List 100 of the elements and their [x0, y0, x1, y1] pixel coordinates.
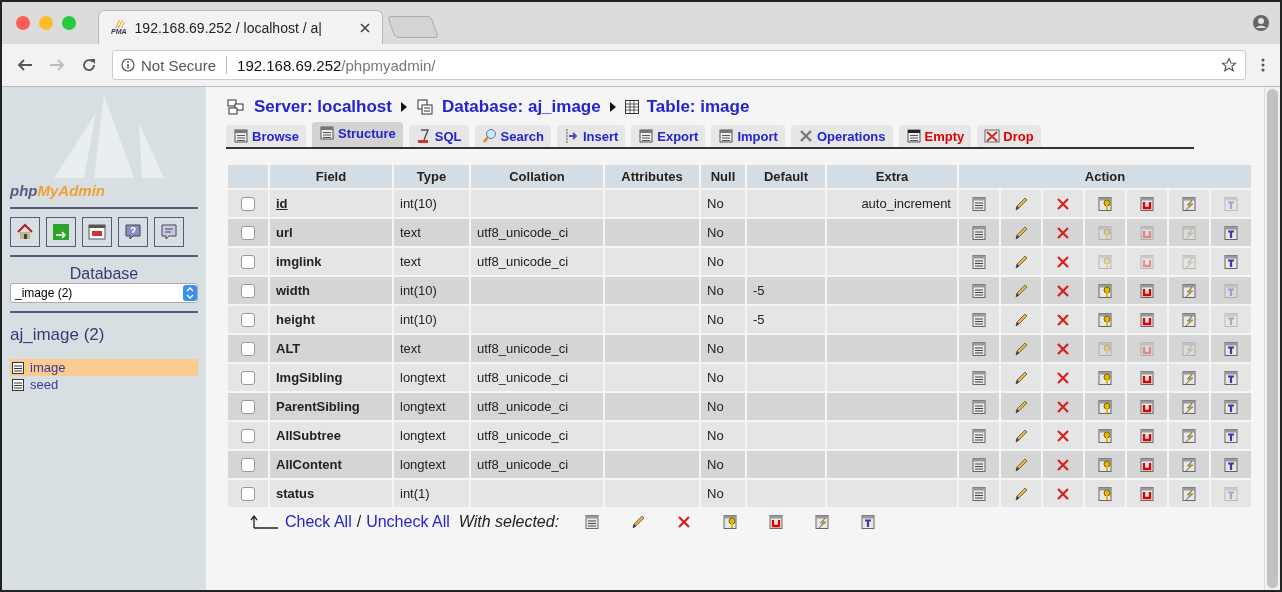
delete-icon[interactable] — [1055, 427, 1071, 444]
lightning-icon[interactable] — [1181, 369, 1197, 386]
browse-icon[interactable] — [971, 224, 987, 241]
tab[interactable]: Structure — [311, 122, 403, 147]
pencil-icon[interactable] — [1013, 253, 1029, 270]
menu-icon[interactable] — [1260, 57, 1266, 73]
browse-icon[interactable] — [971, 340, 987, 357]
row-checkbox[interactable] — [241, 255, 255, 270]
sql-window-button[interactable] — [82, 217, 112, 247]
row-checkbox[interactable] — [241, 371, 255, 386]
delete-icon[interactable] — [1055, 311, 1071, 328]
delete-icon[interactable] — [1055, 485, 1071, 502]
lightning-icon[interactable] — [1181, 427, 1197, 444]
lightning-icon[interactable] — [1181, 195, 1197, 212]
pencil-icon[interactable] — [1013, 340, 1029, 357]
breadcrumb-link[interactable]: Table: image — [646, 97, 750, 117]
delete-icon[interactable] — [1055, 282, 1071, 299]
delete-icon[interactable] — [676, 514, 693, 530]
tab[interactable]: Export — [631, 125, 706, 147]
row-checkbox[interactable] — [241, 313, 255, 328]
fulltext-icon[interactable] — [1223, 456, 1239, 473]
tab[interactable]: Drop — [977, 125, 1041, 147]
row-checkbox[interactable] — [241, 197, 255, 212]
pencil-icon[interactable] — [1013, 369, 1029, 386]
delete-icon[interactable] — [1055, 398, 1071, 415]
pencil-icon[interactable] — [1013, 195, 1029, 212]
browse-icon[interactable] — [971, 369, 987, 386]
key-icon[interactable] — [1097, 369, 1113, 386]
key-icon[interactable] — [1097, 485, 1113, 502]
browse-icon[interactable] — [971, 427, 987, 444]
unique-icon[interactable] — [1139, 282, 1155, 299]
fulltext-icon[interactable] — [1223, 253, 1239, 270]
browse-icon[interactable] — [971, 195, 987, 212]
address-field[interactable]: Not Secure 192.168.69.252/phpmyadmin/ — [112, 50, 1246, 80]
account-icon[interactable] — [1252, 14, 1270, 32]
row-checkbox[interactable] — [241, 342, 255, 357]
key-icon[interactable] — [1097, 398, 1113, 415]
browse-icon[interactable] — [971, 485, 987, 502]
delete-icon[interactable] — [1055, 456, 1071, 473]
database-select[interactable]: _image (2) — [10, 283, 198, 303]
pencil-icon[interactable] — [1013, 224, 1029, 241]
unique-icon[interactable] — [1139, 195, 1155, 212]
database-heading[interactable]: aj_image (2) — [10, 325, 198, 345]
key-icon[interactable] — [722, 514, 739, 530]
key-icon[interactable] — [1097, 282, 1113, 299]
query-button[interactable] — [154, 217, 184, 247]
fulltext-icon[interactable] — [1223, 224, 1239, 241]
tab[interactable]: Browse — [226, 125, 306, 147]
lightning-icon[interactable] — [1181, 311, 1197, 328]
info-icon[interactable] — [121, 58, 135, 72]
delete-icon[interactable] — [1055, 369, 1071, 386]
unique-icon[interactable] — [1139, 369, 1155, 386]
row-checkbox[interactable] — [241, 226, 255, 241]
pencil-icon[interactable] — [1013, 485, 1029, 502]
browse-icon[interactable] — [584, 514, 601, 530]
row-checkbox[interactable] — [241, 458, 255, 473]
pencil-icon[interactable] — [1013, 311, 1029, 328]
delete-icon[interactable] — [1055, 340, 1071, 357]
pencil-icon[interactable] — [1013, 282, 1029, 299]
exit-button[interactable] — [46, 217, 76, 247]
table-item[interactable]: seed — [10, 376, 198, 393]
lightning-icon[interactable] — [1181, 456, 1197, 473]
unique-icon[interactable] — [1139, 427, 1155, 444]
fulltext-icon[interactable] — [1223, 340, 1239, 357]
tab[interactable]: Operations — [790, 125, 893, 147]
close-icon[interactable] — [360, 22, 370, 33]
fulltext-icon[interactable] — [1223, 427, 1239, 444]
browse-icon[interactable] — [971, 398, 987, 415]
breadcrumb-link[interactable]: Database: aj_image — [441, 97, 601, 117]
tab[interactable]: Empty — [898, 125, 972, 147]
uncheck-all-link[interactable]: Uncheck All — [366, 513, 450, 531]
back-arrow-icon[interactable] — [16, 57, 34, 73]
scrollbar-thumb[interactable] — [1267, 89, 1278, 588]
lightning-icon[interactable] — [814, 514, 831, 530]
lightning-icon[interactable] — [1181, 398, 1197, 415]
breadcrumb-link[interactable]: Server: localhost — [254, 97, 392, 117]
lightning-icon[interactable] — [1181, 282, 1197, 299]
tab[interactable]: Search — [474, 125, 551, 147]
key-icon[interactable] — [1097, 427, 1113, 444]
pencil-icon[interactable] — [630, 514, 647, 530]
tab[interactable]: Insert — [556, 125, 626, 147]
lightning-icon[interactable] — [1181, 485, 1197, 502]
row-checkbox[interactable] — [241, 400, 255, 415]
check-all-link[interactable]: Check All — [285, 513, 352, 531]
fulltext-icon[interactable] — [860, 514, 877, 530]
browse-icon[interactable] — [971, 456, 987, 473]
tab[interactable]: SQL — [408, 125, 469, 147]
fulltext-icon[interactable] — [1223, 369, 1239, 386]
help-button[interactable] — [118, 217, 148, 247]
unique-icon[interactable] — [1139, 398, 1155, 415]
fulltext-icon[interactable] — [1223, 398, 1239, 415]
unique-icon[interactable] — [768, 514, 785, 530]
browse-icon[interactable] — [971, 253, 987, 270]
reload-icon[interactable] — [80, 56, 98, 74]
bookmark-star-icon[interactable] — [1221, 57, 1237, 73]
tab[interactable]: Import — [711, 125, 785, 147]
delete-icon[interactable] — [1055, 195, 1071, 212]
pencil-icon[interactable] — [1013, 456, 1029, 473]
table-item[interactable]: image — [10, 359, 198, 376]
row-checkbox[interactable] — [241, 284, 255, 299]
